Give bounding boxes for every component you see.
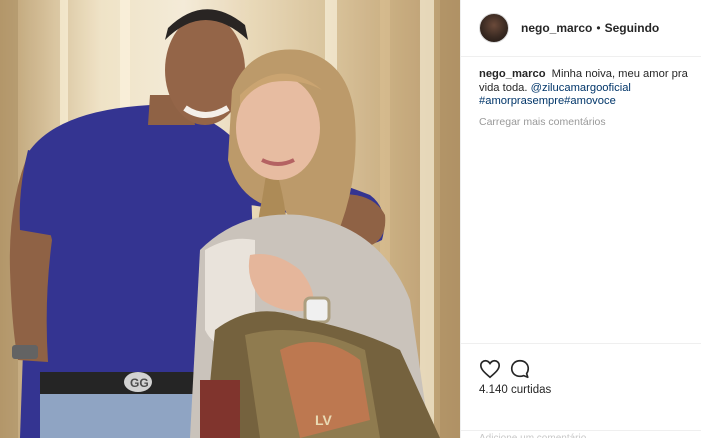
header-text: nego_marco • Seguindo: [521, 21, 659, 35]
author-username[interactable]: nego_marco: [521, 21, 592, 35]
avatar[interactable]: [479, 13, 509, 43]
load-more-comments-link[interactable]: Carregar mais comentários: [479, 116, 606, 128]
post-caption: nego_marco Minha noiva, meu amor pra vid…: [479, 68, 693, 109]
caption-username[interactable]: nego_marco: [479, 68, 546, 80]
post-photo[interactable]: GG LV: [0, 0, 460, 438]
photo-illustration: GG LV: [0, 0, 460, 438]
comment-input[interactable]: Adicione um comentário...: [461, 430, 701, 438]
comment-icon-svg: [510, 359, 530, 379]
caption-mention-link[interactable]: @zilucamargooficial: [531, 82, 631, 94]
separator-dot: •: [596, 21, 601, 35]
following-button[interactable]: Seguindo: [605, 21, 660, 35]
likes-count[interactable]: 4.140 curtidas: [479, 384, 551, 396]
comment-bubble-icon[interactable]: [509, 358, 531, 380]
post-sidebar: nego_marco • Seguindo nego_marco Minha noi…: [460, 0, 701, 438]
heart-icon[interactable]: [479, 358, 501, 380]
heart-icon-svg: [480, 359, 500, 379]
post-actions: 4.140 curtidas Adicione um comentário...: [461, 343, 701, 438]
caption-hashtags-link[interactable]: #amorprasempre#amovoce: [479, 95, 616, 107]
post-header: nego_marco • Seguindo: [461, 0, 701, 57]
